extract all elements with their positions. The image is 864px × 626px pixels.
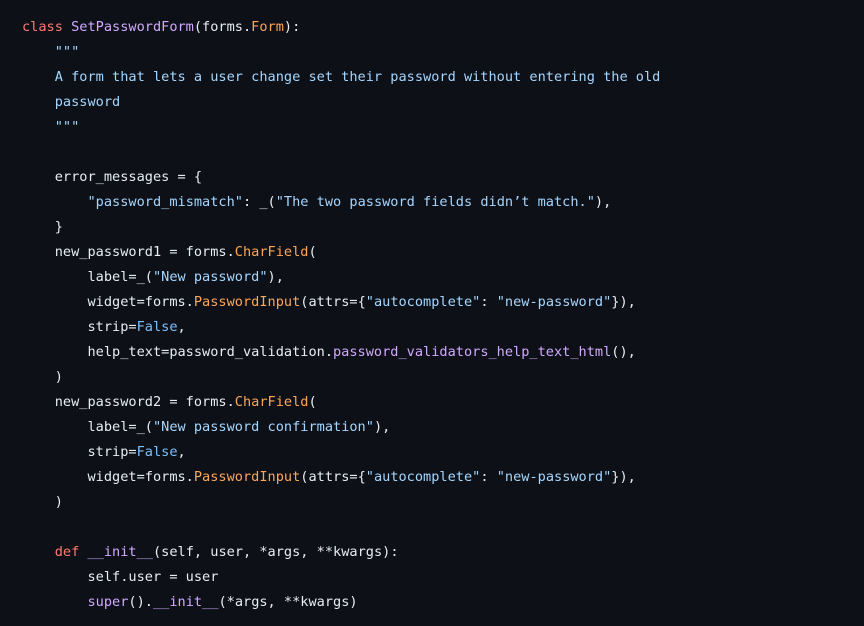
code-token: PasswordInput bbox=[193, 294, 301, 310]
code-line: password bbox=[22, 90, 864, 115]
code-line: widget=forms.PasswordInput(attrs={"autoc… bbox=[22, 290, 864, 315]
code-token: self.user = user bbox=[22, 569, 219, 585]
code-token: ) bbox=[22, 369, 63, 385]
code-token: : _( bbox=[242, 194, 276, 210]
code-token: (*args, **kwargs) bbox=[218, 594, 358, 610]
code-token: """ bbox=[22, 44, 80, 60]
code-token: : bbox=[480, 294, 497, 310]
code-token: (self, user, *args, **kwargs): bbox=[152, 544, 399, 560]
code-token: ): bbox=[283, 19, 301, 35]
code-token: "password_mismatch" bbox=[87, 194, 243, 210]
code-line: } bbox=[22, 215, 864, 240]
code-line: strip=False, bbox=[22, 440, 864, 465]
code-token: ), bbox=[373, 419, 391, 435]
code-token: ), bbox=[594, 194, 612, 210]
code-token: PasswordInput bbox=[193, 469, 301, 485]
code-token: password_validators_help_text_html bbox=[333, 344, 612, 360]
code-token: } bbox=[22, 219, 63, 235]
code-token: def bbox=[54, 544, 80, 560]
code-token: (attrs={ bbox=[300, 294, 366, 310]
code-token: SetPasswordForm bbox=[71, 19, 194, 35]
code-token: (). bbox=[128, 594, 153, 610]
code-token: widget=forms. bbox=[22, 469, 194, 485]
code-line: error_messages = { bbox=[22, 165, 864, 190]
code-token: strip= bbox=[22, 444, 137, 460]
code-token: : bbox=[480, 469, 497, 485]
code-token: __init__ bbox=[152, 594, 219, 610]
code-token: super bbox=[87, 594, 129, 610]
code-line: class SetPasswordForm(forms.Form): bbox=[22, 15, 864, 40]
code-line: new_password1 = forms.CharField( bbox=[22, 240, 864, 265]
code-token: , bbox=[177, 444, 186, 460]
code-token: class bbox=[22, 19, 63, 35]
code-line: """ bbox=[22, 115, 864, 140]
code-token: error_messages = { bbox=[22, 169, 203, 185]
code-token: label=_( bbox=[22, 419, 153, 435]
code-line: label=_("New password confirmation"), bbox=[22, 415, 864, 440]
code-block: class SetPasswordForm(forms.Form): """ A… bbox=[0, 0, 864, 626]
code-token: new_password1 = forms. bbox=[22, 244, 235, 260]
code-line: "password_mismatch": _("The two password… bbox=[22, 190, 864, 215]
code-line: new_password2 = forms.CharField( bbox=[22, 390, 864, 415]
code-token: help_text=password_validation. bbox=[22, 344, 333, 360]
code-token: , bbox=[177, 319, 186, 335]
code-line: label=_("New password"), bbox=[22, 265, 864, 290]
code-token: False bbox=[136, 444, 178, 460]
code-token: __init__ bbox=[87, 544, 153, 560]
code-token: new_password2 = forms. bbox=[22, 394, 235, 410]
code-line: help_text=password_validation.password_v… bbox=[22, 340, 864, 365]
code-token: strip= bbox=[22, 319, 137, 335]
code-token: ), bbox=[267, 269, 284, 285]
code-token: "The two password fields didn’t match." bbox=[275, 194, 595, 210]
code-token: password bbox=[22, 94, 121, 110]
code-token: }), bbox=[611, 469, 636, 485]
code-token: (attrs={ bbox=[300, 469, 366, 485]
code-token: CharField bbox=[234, 244, 309, 260]
code-token: ( bbox=[308, 244, 317, 260]
code-token: False bbox=[136, 319, 178, 335]
code-lines: class SetPasswordForm(forms.Form): """ A… bbox=[22, 15, 864, 615]
code-token: "new-password" bbox=[496, 294, 612, 310]
code-token: "New password" bbox=[152, 269, 268, 285]
code-token: Form bbox=[251, 19, 284, 35]
code-token: "new-password" bbox=[496, 469, 612, 485]
code-line: widget=forms.PasswordInput(attrs={"autoc… bbox=[22, 465, 864, 490]
code-token: label=_( bbox=[22, 269, 153, 285]
code-line: ) bbox=[22, 490, 864, 515]
code-token: "New password confirmation" bbox=[152, 419, 374, 435]
code-line: """ bbox=[22, 40, 864, 65]
code-token: A form that lets a user change set their… bbox=[22, 69, 661, 85]
code-token: (forms. bbox=[193, 19, 252, 35]
code-token: "autocomplete" bbox=[365, 294, 481, 310]
code-token: """ bbox=[22, 119, 80, 135]
code-line: ) bbox=[22, 365, 864, 390]
code-token: widget=forms. bbox=[22, 294, 194, 310]
code-token: (), bbox=[611, 344, 636, 360]
code-token: ( bbox=[308, 394, 317, 410]
code-token: "autocomplete" bbox=[365, 469, 481, 485]
code-line: self.user = user bbox=[22, 565, 864, 590]
code-token: CharField bbox=[234, 394, 309, 410]
code-line: A form that lets a user change set their… bbox=[22, 65, 864, 90]
code-token: }), bbox=[611, 294, 636, 310]
code-line: def __init__(self, user, *args, **kwargs… bbox=[22, 540, 864, 565]
code-line: super().__init__(*args, **kwargs) bbox=[22, 590, 864, 615]
code-token: ) bbox=[22, 494, 63, 510]
code-line: strip=False, bbox=[22, 315, 864, 340]
